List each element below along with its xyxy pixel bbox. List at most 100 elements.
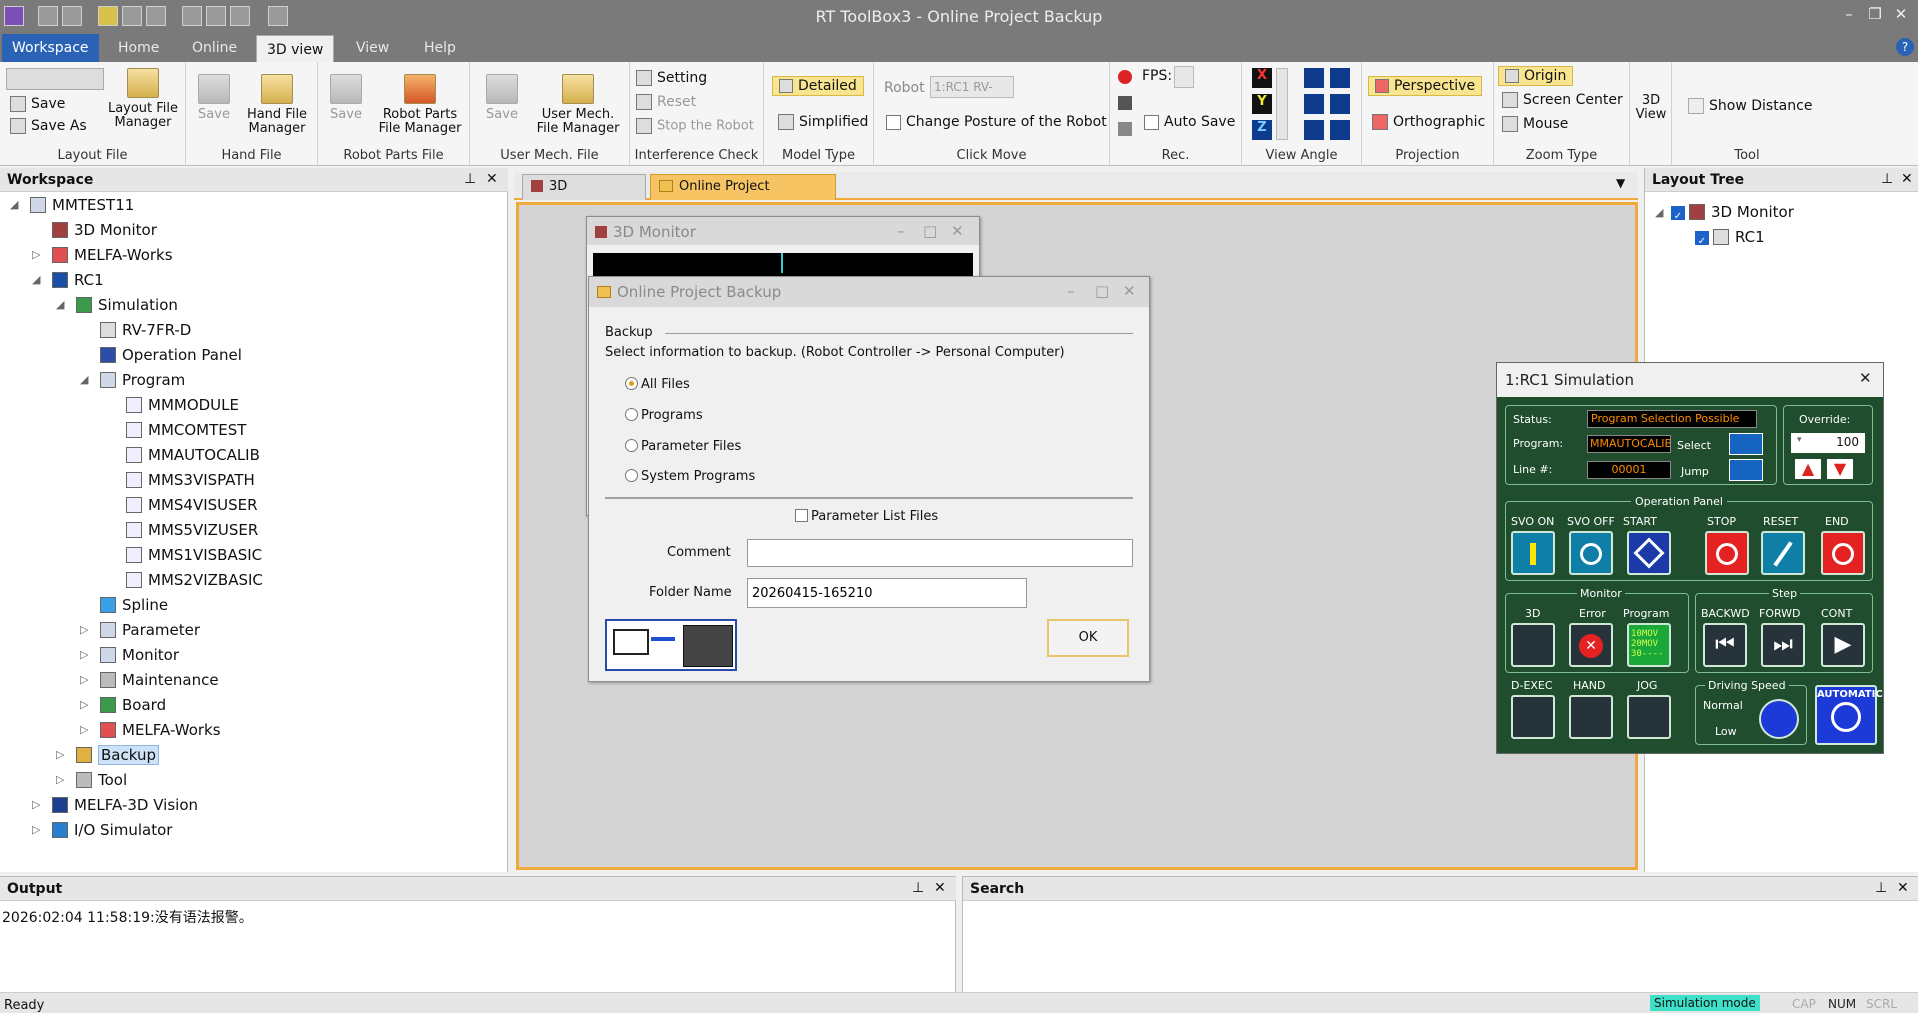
close-icon[interactable]: ✕	[934, 880, 946, 896]
robot-select[interactable]: 1:RC1 RV-	[930, 76, 1014, 98]
reset-button[interactable]: Reset	[636, 94, 696, 110]
checkbox-checked-icon[interactable]: ✓	[1671, 206, 1685, 222]
tree-item-program-file[interactable]: MMS2VIZBASIC	[126, 569, 263, 591]
stop-robot-button[interactable]: Stop the Robot	[636, 118, 754, 134]
tab-workspace[interactable]: Workspace	[2, 34, 99, 62]
tree-item-monitor[interactable]: Monitor	[100, 644, 179, 666]
svo-off-button[interactable]	[1569, 531, 1613, 575]
doc-tab-online-backup[interactable]: Online Project Backup✕	[650, 174, 836, 218]
tab-view[interactable]: View	[346, 34, 399, 62]
tab-help[interactable]: Help	[414, 34, 466, 62]
tree-item-program-file[interactable]: MMS1VISBASIC	[126, 544, 262, 566]
tree-item-tool[interactable]: Tool	[76, 769, 127, 791]
setting-button[interactable]: Setting	[636, 70, 707, 86]
layout-combo[interactable]	[6, 68, 104, 90]
pin-icon[interactable]: ⊥	[1881, 171, 1893, 187]
layout-save-button[interactable]: Save	[10, 96, 65, 112]
tree-item-operation-panel[interactable]: Operation Panel	[100, 344, 242, 366]
tree-item-program[interactable]: Program	[100, 369, 185, 391]
stop-button[interactable]	[1705, 531, 1749, 575]
tab-3d-view[interactable]: 3D view	[256, 35, 335, 63]
end-button[interactable]	[1821, 531, 1865, 575]
maximize-icon[interactable]: □	[1095, 282, 1109, 300]
minimize-icon[interactable]: –	[1067, 282, 1075, 300]
close-icon[interactable]: ✕	[1901, 171, 1913, 187]
minimize-icon[interactable]: –	[1838, 5, 1860, 25]
layout-file-manager-button[interactable]: Layout File Manager	[106, 68, 180, 130]
mech-file-manager-button[interactable]: User Mech. File Manager	[532, 74, 624, 136]
view-zx-icon[interactable]	[1304, 94, 1324, 114]
tree-item-project[interactable]: MMTEST11	[30, 194, 134, 216]
tree-item-rc1[interactable]: RC1	[52, 269, 104, 291]
close-icon[interactable]: ✕	[486, 171, 498, 187]
tree-item-board[interactable]: Board	[100, 694, 166, 716]
orthographic-button[interactable]: Orthographic	[1372, 114, 1485, 130]
override-down-button[interactable]: ▼	[1827, 459, 1853, 479]
tree-item-program-file[interactable]: MMAUTOCALIB	[126, 444, 260, 466]
angle-spinner[interactable]	[1276, 68, 1288, 140]
tree-item-3d-monitor[interactable]: 3D Monitor	[52, 219, 157, 241]
tree-item-melfa-works[interactable]: MELFA-Works	[52, 244, 173, 266]
view-xz-icon[interactable]	[1330, 94, 1350, 114]
pin-icon[interactable]: ⊥	[464, 171, 476, 187]
hand-file-manager-button[interactable]: Hand File Manager	[240, 74, 314, 136]
change-posture-toggle[interactable]: Change Posture of the Robot	[886, 114, 1107, 130]
z-axis-button[interactable]: Z	[1252, 120, 1272, 140]
select-program-button[interactable]	[1729, 433, 1763, 455]
3d-monitor-button[interactable]	[1511, 623, 1555, 667]
param-list-checkbox[interactable]: Parameter List Files	[795, 509, 938, 524]
pin-icon[interactable]: ⊥	[1875, 880, 1887, 896]
tree-item-program-file[interactable]: MMS3VISPATH	[126, 469, 255, 491]
close-icon[interactable]: ✕	[1859, 369, 1872, 387]
checkbox-checked-icon[interactable]: ✓	[1695, 231, 1709, 247]
jog-button[interactable]	[1627, 695, 1671, 739]
view-yz-icon[interactable]	[1304, 68, 1324, 88]
view-iso1-icon[interactable]	[1304, 120, 1324, 140]
restore-icon[interactable]: ❐	[1864, 5, 1886, 25]
start-button[interactable]	[1627, 531, 1671, 575]
close-icon[interactable]: ✕	[951, 222, 964, 240]
auto-save-toggle[interactable]: Auto Save	[1144, 114, 1235, 130]
direct-exec-button[interactable]	[1511, 695, 1555, 739]
tree-item-program-file[interactable]: MMS5VIZUSER	[126, 519, 258, 541]
simulation-titlebar[interactable]: 1:RC1 Simulation ✕	[1497, 363, 1883, 397]
view-zy-icon[interactable]	[1330, 68, 1350, 88]
tree-item-melfa-3d-vision[interactable]: MELFA-3D Vision	[52, 794, 198, 816]
tree-item-robot-model[interactable]: RV-7FR-D	[100, 319, 191, 341]
mech-save-button[interactable]: Save	[482, 74, 522, 122]
radio-programs[interactable]: Programs	[625, 408, 703, 423]
hand-save-button[interactable]: Save	[194, 74, 234, 122]
tree-item-parameter[interactable]: Parameter	[100, 619, 200, 641]
layout-item-3d-monitor[interactable]: ✓ 3D Monitor	[1671, 201, 1794, 223]
tab-home[interactable]: Home	[108, 34, 169, 62]
step-backward-button[interactable]: ⏮	[1703, 623, 1747, 667]
speed-dial[interactable]	[1759, 699, 1799, 739]
error-button[interactable]: ✕	[1569, 623, 1613, 667]
tree-item-io-simulator[interactable]: I/O Simulator	[52, 819, 172, 841]
zoom-screen-center-button[interactable]: Screen Center	[1502, 92, 1623, 108]
close-icon[interactable]: ✕	[1890, 5, 1912, 25]
close-icon[interactable]: ✕	[1897, 880, 1909, 896]
play-record-icon[interactable]	[1118, 122, 1132, 136]
jump-line-button[interactable]	[1729, 459, 1763, 481]
comment-input[interactable]	[747, 539, 1133, 567]
folder-name-input[interactable]	[747, 578, 1027, 608]
layout-save-as-button[interactable]: Save As	[10, 118, 87, 134]
close-icon[interactable]: ✕	[1123, 282, 1136, 300]
tree-item-simulation[interactable]: Simulation	[76, 294, 178, 316]
stop-record-icon[interactable]	[1118, 96, 1132, 110]
zoom-mouse-button[interactable]: Mouse	[1502, 116, 1568, 132]
parts-file-manager-button[interactable]: Robot Parts File Manager	[374, 74, 466, 136]
override-up-button[interactable]: ▲	[1795, 459, 1821, 479]
show-distance-button[interactable]: Show Distance	[1688, 98, 1812, 114]
backup-titlebar[interactable]: Online Project Backup – □ ✕	[589, 277, 1149, 307]
tree-item-spline[interactable]: Spline	[100, 594, 168, 616]
ok-button[interactable]: OK	[1047, 619, 1129, 657]
tree-item-maintenance[interactable]: Maintenance	[100, 669, 219, 691]
tree-item-program-file[interactable]: MMCOMTEST	[126, 419, 246, 441]
minimize-icon[interactable]: –	[897, 222, 905, 240]
override-spinner[interactable]: ▾ 100	[1791, 433, 1865, 453]
maximize-icon[interactable]: □	[923, 222, 937, 240]
record-icon[interactable]	[1118, 70, 1132, 84]
pin-icon[interactable]: ⊥	[912, 880, 924, 896]
